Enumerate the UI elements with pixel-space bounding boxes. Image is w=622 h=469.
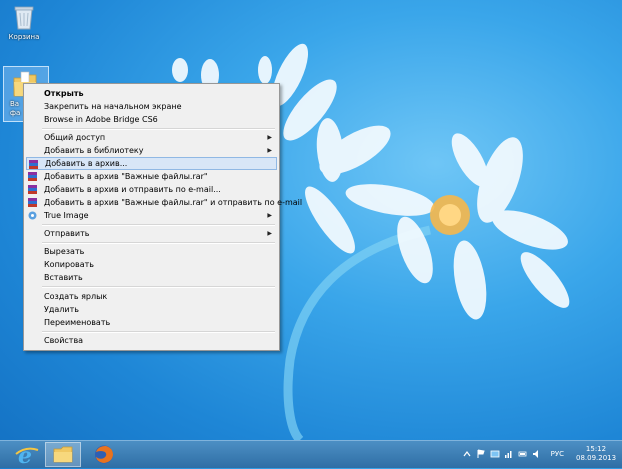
menu-item-label: Добавить в библиотеку (44, 146, 144, 155)
menu-item-label: Browse in Adobe Bridge CS6 (44, 115, 158, 124)
menu-item-label: Закрепить на начальном экране (44, 102, 182, 111)
menu-item-add-library[interactable]: Добавить в библиотеку ▶ (26, 144, 277, 157)
menu-item-label: Добавить в архив "Важные файлы.rar" (44, 172, 208, 181)
action-center-flag-icon[interactable] (476, 449, 486, 459)
clock-date: 08.09.2013 (576, 454, 617, 462)
folder-label-line2: фа (10, 109, 21, 117)
submenu-arrow-icon: ▶ (267, 147, 272, 154)
menu-item-label: Удалить (44, 305, 79, 314)
recycle-bin-icon (14, 6, 34, 30)
menu-item-copy[interactable]: Копировать (26, 258, 277, 271)
menu-item-label: Вставить (44, 273, 83, 282)
menu-item-add-archive-named-email[interactable]: Добавить в архив "Важные файлы.rar" и от… (26, 196, 302, 209)
winrar-icon (28, 185, 37, 194)
menu-item-true-image[interactable]: True Image ▶ (26, 209, 277, 222)
network-signal-icon[interactable] (504, 449, 514, 459)
menu-item-paste[interactable]: Вставить (26, 271, 277, 284)
menu-separator (42, 224, 275, 226)
winrar-icon (28, 172, 37, 181)
menu-item-label: Свойства (44, 336, 84, 345)
menu-item-adobe-bridge[interactable]: Browse in Adobe Bridge CS6 (26, 113, 277, 126)
menu-item-label: Вырезать (44, 247, 85, 256)
taskbar-firefox[interactable] (86, 442, 122, 467)
menu-item-label: Отправить (44, 229, 90, 238)
menu-item-label: Переименовать (44, 318, 111, 327)
volume-icon[interactable] (532, 449, 542, 459)
menu-item-label: Открыть (44, 89, 84, 98)
true-image-icon (28, 211, 37, 220)
clock[interactable]: 15:12 08.09.2013 (576, 445, 616, 463)
menu-item-pin-start[interactable]: Закрепить на начальном экране (26, 100, 277, 113)
menu-item-rename[interactable]: Переименовать (26, 316, 277, 329)
menu-item-open[interactable]: Открыть (26, 87, 277, 100)
menu-item-create-shortcut[interactable]: Создать ярлык (26, 290, 277, 303)
language-indicator[interactable]: РУС (551, 450, 564, 458)
submenu-arrow-icon: ▶ (267, 134, 272, 141)
taskbar: e РУС 15:12 08.09.2013 (0, 440, 622, 469)
file-explorer-icon (53, 446, 73, 463)
menu-item-cut[interactable]: Вырезать (26, 245, 277, 258)
clock-time: 15:12 (585, 445, 607, 453)
menu-item-share[interactable]: Общий доступ ▶ (26, 131, 277, 144)
menu-item-send-to[interactable]: Отправить ▶ (26, 227, 277, 240)
menu-separator (42, 286, 275, 288)
menu-item-delete[interactable]: Удалить (26, 303, 277, 316)
menu-item-add-archive-named[interactable]: Добавить в архив "Важные файлы.rar" (26, 170, 277, 183)
svg-text:e: e (18, 443, 32, 467)
submenu-arrow-icon: ▶ (267, 230, 272, 237)
folder-label-line1: Ва (10, 100, 20, 108)
menu-item-label: Добавить в архив "Важные файлы.rar" и от… (44, 198, 303, 207)
menu-item-properties[interactable]: Свойства (26, 334, 277, 347)
menu-item-label: Добавить в архив и отправить по e-mail..… (44, 185, 221, 194)
menu-separator (42, 331, 275, 333)
winrar-icon (29, 160, 38, 169)
desktop: Корзина Ва фа Открыть Закрепить на начал… (0, 0, 622, 440)
menu-item-label: Создать ярлык (44, 292, 108, 301)
recycle-bin-shortcut[interactable]: Корзина (6, 4, 42, 41)
menu-item-add-archive[interactable]: Добавить в архив... (26, 157, 277, 170)
winrar-icon (28, 198, 37, 207)
battery-icon[interactable] (518, 449, 528, 459)
show-hidden-icons-icon[interactable] (462, 449, 472, 459)
context-menu: Открыть Закрепить на начальном экране Br… (23, 83, 302, 351)
menu-item-label: True Image (44, 211, 89, 220)
taskbar-file-explorer[interactable] (45, 442, 81, 467)
recycle-bin-label: Корзина (8, 33, 40, 41)
menu-item-label: Общий доступ (44, 133, 106, 142)
firefox-icon (95, 445, 113, 464)
menu-item-add-archive-email[interactable]: Добавить в архив и отправить по e-mail..… (26, 183, 277, 196)
menu-item-label: Копировать (44, 260, 94, 269)
submenu-arrow-icon: ▶ (267, 212, 272, 219)
internet-explorer-icon: e (15, 443, 39, 469)
menu-item-label: Добавить в архив... (45, 159, 128, 168)
taskbar-internet-explorer[interactable]: e (8, 442, 44, 469)
menu-separator (42, 128, 275, 130)
menu-separator (42, 242, 275, 244)
tray-app-icon[interactable] (490, 449, 500, 459)
